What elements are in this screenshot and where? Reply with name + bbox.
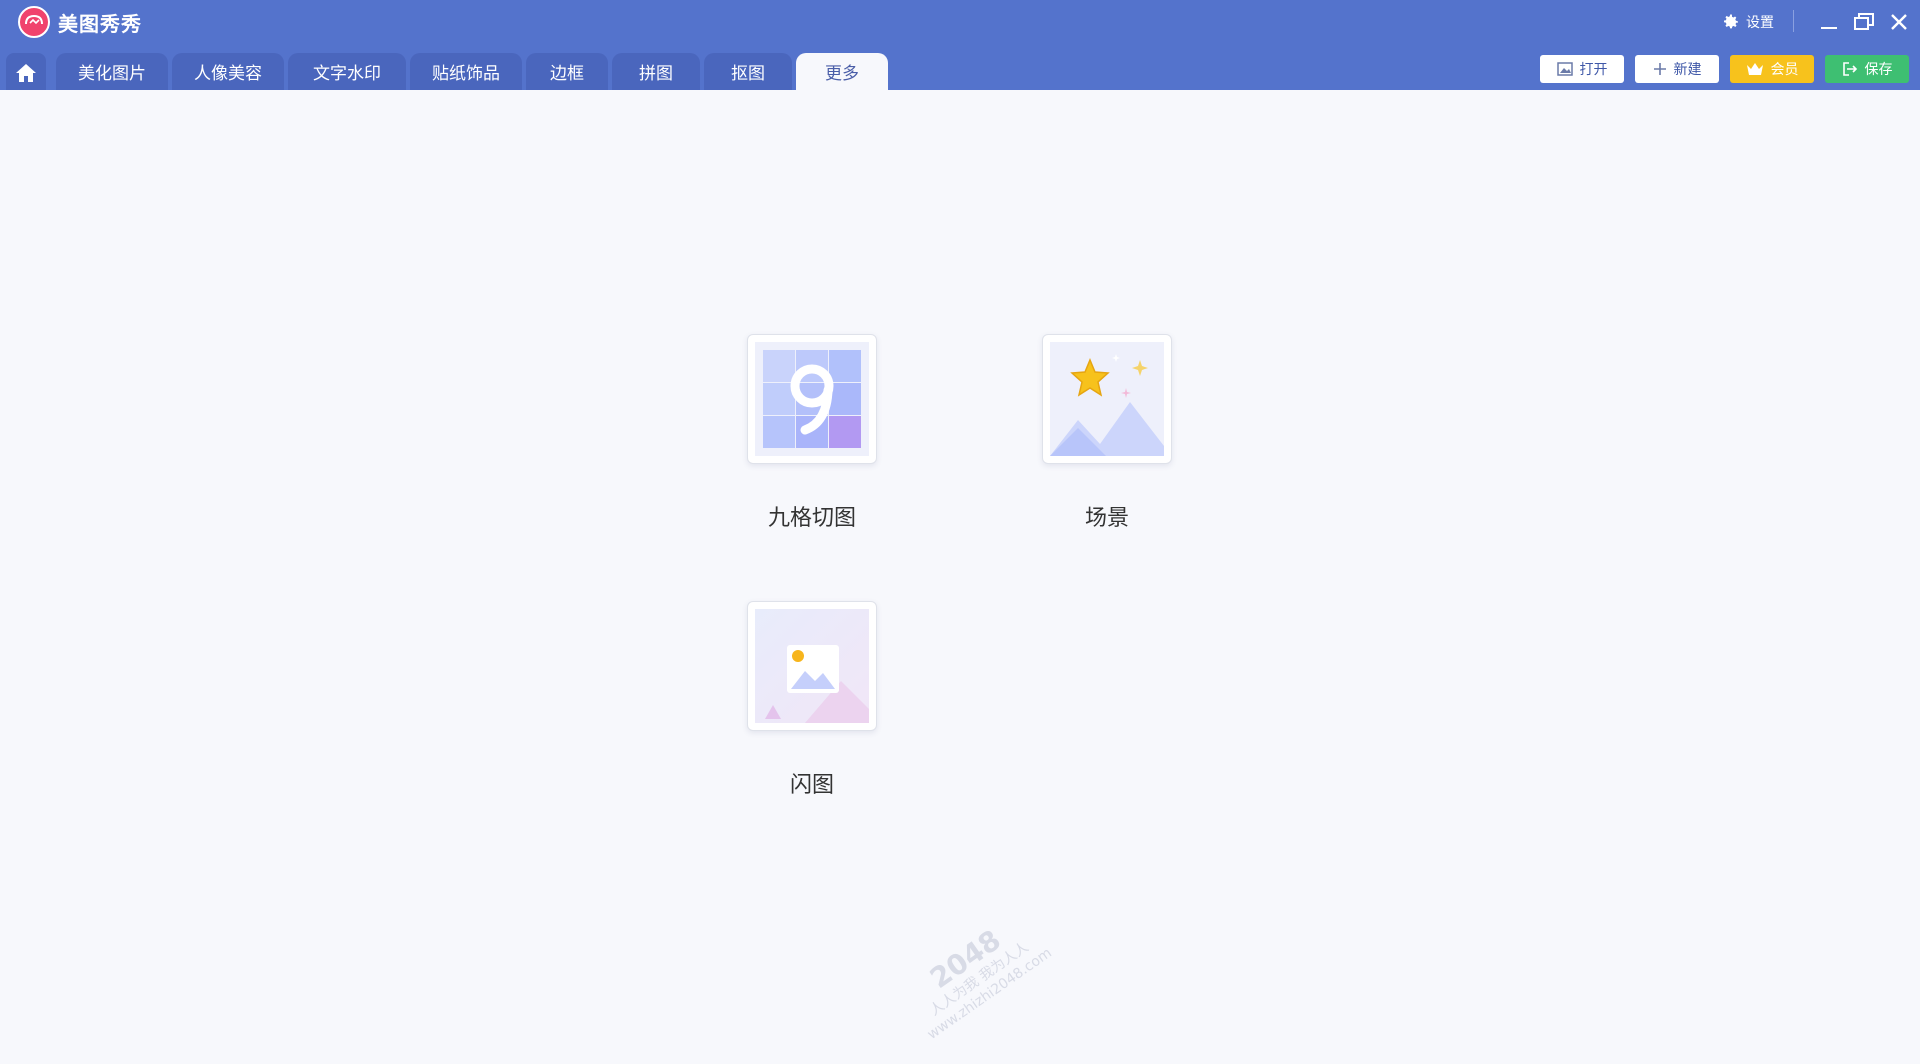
tab-text-watermark[interactable]: 文字水印 (288, 53, 406, 90)
scene-label: 场景 (1084, 506, 1129, 531)
scene-icon (1050, 342, 1164, 456)
save-button[interactable]: 保存 (1825, 55, 1909, 83)
flash-image-icon (755, 609, 869, 723)
crown-icon (1746, 63, 1763, 75)
settings-button[interactable]: 设置 (1722, 10, 1774, 34)
tab-portrait[interactable]: 人像美容 (172, 53, 284, 90)
new-label: 新建 (1673, 62, 1702, 78)
flash-image-card[interactable] (747, 601, 877, 731)
nine-grid-label: 九格切图 (767, 506, 856, 531)
save-label: 保存 (1864, 62, 1893, 78)
open-button[interactable]: 打开 (1540, 55, 1624, 83)
plus-icon (1653, 63, 1666, 75)
tab-frame[interactable]: 边框 (526, 53, 608, 90)
open-label: 打开 (1579, 62, 1608, 78)
nine-grid-icon (755, 342, 869, 456)
tab-beautify[interactable]: 美化图片 (56, 53, 168, 90)
minimize-button[interactable] (1815, 8, 1843, 36)
close-button[interactable] (1885, 8, 1913, 36)
tab-stickers[interactable]: 贴纸饰品 (410, 53, 522, 90)
restore-icon (1854, 13, 1874, 30)
tab-cutout[interactable]: 抠图 (704, 53, 792, 90)
flash-image-label: 闪图 (789, 773, 834, 798)
gear-icon (1724, 14, 1738, 29)
vip-button[interactable]: 会员 (1730, 55, 1814, 83)
nine-grid-card[interactable] (747, 334, 877, 464)
divider (1793, 10, 1794, 32)
vip-label: 会员 (1770, 62, 1799, 78)
export-icon (1842, 62, 1857, 76)
scene-card[interactable] (1042, 334, 1172, 464)
settings-label: 设置 (1746, 15, 1774, 31)
tab-home[interactable] (6, 53, 46, 90)
restore-button[interactable] (1850, 8, 1878, 36)
watermark: 2048 人人为我 我为人人 www.zhizhi2048.com (883, 896, 1076, 1064)
tab-more[interactable]: 更多 (796, 53, 888, 90)
title-bar: 美图秀秀 设置 美化图片 人像美容 文字水印 贴纸饰品 边框 拼图 抠图 更多 (0, 0, 1920, 90)
tab-collage[interactable]: 拼图 (612, 53, 700, 90)
home-icon (16, 64, 36, 82)
app-title: 美图秀秀 (58, 12, 142, 36)
minimize-icon (1821, 27, 1837, 29)
close-icon (1891, 14, 1907, 30)
app-logo-icon (18, 6, 50, 38)
image-icon (1556, 62, 1573, 76)
new-button[interactable]: 新建 (1635, 55, 1719, 83)
